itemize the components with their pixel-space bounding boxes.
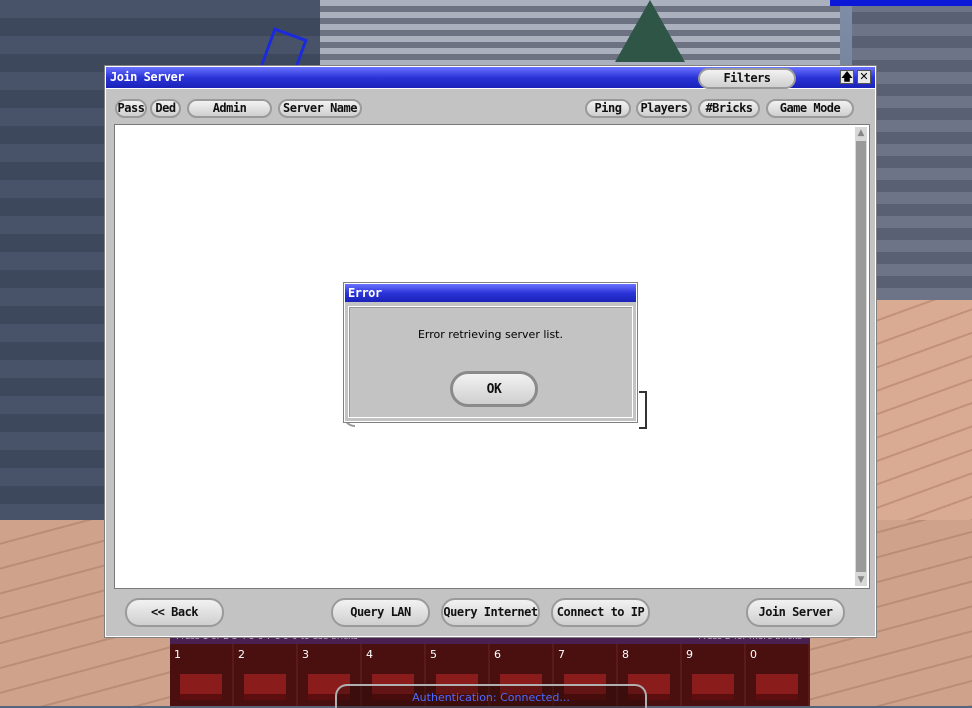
- column-ded[interactable]: Ded: [150, 99, 181, 118]
- column-pass[interactable]: Pass: [115, 99, 147, 118]
- window-title: Join Server: [110, 70, 184, 84]
- server-list-scrollbar[interactable]: ▲ ▼: [855, 127, 867, 586]
- brick-slot[interactable]: 0: [746, 644, 810, 706]
- ok-button[interactable]: OK: [450, 371, 538, 407]
- scroll-down-icon[interactable]: ▼: [855, 574, 867, 586]
- scene-blue-bar: [830, 0, 972, 6]
- brick-slot-number: 0: [750, 648, 757, 661]
- brick-slot-number: 3: [302, 648, 309, 661]
- brick-icon: [756, 674, 798, 700]
- filters-button[interactable]: Filters: [698, 68, 796, 89]
- brick-slot-number: 5: [430, 648, 437, 661]
- error-dialog-body: Error retrieving server list. OK: [348, 306, 633, 418]
- close-icon[interactable]: ✕: [857, 70, 871, 84]
- brick-icon: [692, 674, 734, 700]
- column-players[interactable]: Players: [636, 99, 692, 118]
- join-server-button[interactable]: Join Server: [746, 598, 845, 627]
- brick-icon: [244, 674, 286, 700]
- window-titlebar[interactable]: Join Server Filters 🡅 ✕: [106, 67, 875, 89]
- query-internet-button[interactable]: Query Internet: [441, 598, 540, 627]
- column-ping[interactable]: Ping: [585, 99, 631, 118]
- error-dialog-titlebar[interactable]: Error: [345, 284, 636, 302]
- query-lan-button[interactable]: Query LAN: [331, 598, 430, 627]
- brick-slot-number: 7: [558, 648, 565, 661]
- column-bricks[interactable]: #Bricks: [698, 99, 760, 118]
- scene-stairs: [320, 0, 840, 70]
- column-game-mode[interactable]: Game Mode: [766, 99, 854, 118]
- error-dialog: Error Error retrieving server list. OK: [344, 283, 637, 422]
- brick-slot-number: 2: [238, 648, 245, 661]
- brick-slot-number: 9: [686, 648, 693, 661]
- column-server-name[interactable]: Server Name: [278, 99, 362, 118]
- scroll-up-icon[interactable]: ▲: [855, 127, 867, 139]
- error-dialog-title: Error: [348, 286, 382, 300]
- brick-slot-number: 1: [174, 648, 181, 661]
- brick-slot-number: 4: [366, 648, 373, 661]
- connect-to-ip-button[interactable]: Connect to IP: [551, 598, 650, 627]
- error-message: Error retrieving server list.: [417, 328, 563, 341]
- column-admin[interactable]: Admin: [187, 99, 272, 118]
- brick-icon: [180, 674, 222, 700]
- brick-slot-number: 8: [622, 648, 629, 661]
- brick-slot[interactable]: 2: [234, 644, 298, 706]
- auth-status-bar: Authentication: Connected...: [335, 684, 647, 708]
- brick-slot[interactable]: 1: [170, 644, 234, 706]
- brick-slot-number: 6: [494, 648, 501, 661]
- scroll-thumb[interactable]: [856, 141, 866, 572]
- back-button[interactable]: << Back: [125, 598, 224, 627]
- brick-slot[interactable]: 9: [682, 644, 746, 706]
- progress-bar-right-edge: [639, 391, 647, 429]
- maximize-icon[interactable]: 🡅: [840, 70, 854, 84]
- auth-status-text: Authentication: Connected...: [412, 691, 570, 704]
